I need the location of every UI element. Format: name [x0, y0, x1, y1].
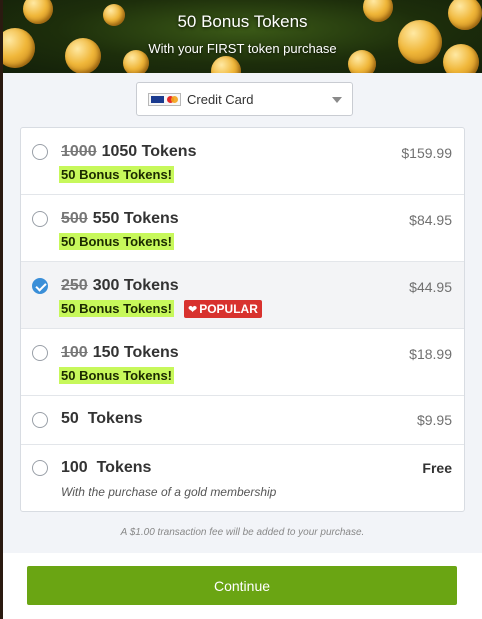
- radio-button[interactable]: [32, 144, 48, 160]
- new-amount: 550: [92, 210, 120, 227]
- option-price: $84.95: [409, 212, 452, 228]
- token-options-list: 1000 1050 Tokens $159.99 50 Bonus Tokens!…: [20, 127, 465, 512]
- old-amount: 1000: [61, 143, 97, 160]
- bonus-banner: 50 Bonus Tokens With your FIRST token pu…: [3, 0, 482, 73]
- token-amount: 50: [61, 410, 79, 427]
- option-price: $44.95: [409, 279, 452, 295]
- old-amount: 500: [61, 210, 88, 227]
- credit-card-icon: [148, 93, 181, 106]
- radio-button[interactable]: [32, 345, 48, 361]
- heart-icon: ❤: [188, 304, 198, 316]
- banner-title: 50 Bonus Tokens: [177, 12, 308, 31]
- old-amount: 250: [61, 277, 88, 294]
- unit-label: Tokens: [141, 143, 197, 160]
- radio-button-checked[interactable]: [32, 278, 48, 294]
- chevron-down-icon: [332, 97, 342, 103]
- bonus-badge: 50 Bonus Tokens!: [59, 367, 175, 384]
- popular-label: POPULAR: [199, 302, 258, 316]
- unit-label: Tokens: [96, 459, 152, 476]
- token-purchase-modal: 50 Bonus Tokens With your FIRST token pu…: [3, 0, 482, 619]
- token-option-1050[interactable]: 1000 1050 Tokens $159.99 50 Bonus Tokens!: [21, 128, 464, 195]
- old-amount: 100: [61, 344, 88, 361]
- unit-label: Tokens: [123, 344, 179, 361]
- token-option-300[interactable]: 250 300 Tokens $44.95 50 Bonus Tokens! ❤ P…: [21, 262, 464, 329]
- option-price: $159.99: [401, 145, 452, 161]
- bonus-badge: 50 Bonus Tokens!: [59, 300, 175, 317]
- new-amount: 1050: [101, 143, 138, 160]
- option-price: Free: [422, 460, 452, 476]
- option-title: 500 550 Tokens: [61, 210, 179, 228]
- banner-subtitle: With your FIRST token purchase: [148, 41, 337, 56]
- option-title: 50 Tokens: [61, 410, 143, 428]
- radio-button[interactable]: [32, 412, 48, 428]
- bonus-badge: 50 Bonus Tokens!: [59, 166, 175, 183]
- radio-button[interactable]: [32, 211, 48, 227]
- option-title: 1000 1050 Tokens: [61, 143, 196, 161]
- token-option-150[interactable]: 100 150 Tokens $18.99 50 Bonus Tokens!: [21, 329, 464, 396]
- option-note: With the purchase of a gold membership: [61, 485, 277, 499]
- new-amount: 300: [92, 277, 120, 294]
- payment-method-label: Credit Card: [187, 92, 254, 107]
- option-title: 100 Tokens: [61, 459, 151, 477]
- bonus-badge: 50 Bonus Tokens!: [59, 233, 175, 250]
- new-amount: 150: [92, 344, 120, 361]
- token-amount: 100: [61, 459, 88, 476]
- continue-button[interactable]: Continue: [27, 566, 457, 605]
- transaction-fee-note: A $1.00 transaction fee will be added to…: [120, 527, 365, 538]
- option-title: 250 300 Tokens: [61, 277, 179, 295]
- token-option-550[interactable]: 500 550 Tokens $84.95 50 Bonus Tokens!: [21, 195, 464, 262]
- unit-label: Tokens: [87, 410, 143, 427]
- popular-badge: ❤ POPULAR: [184, 300, 262, 318]
- option-price: $9.95: [416, 412, 452, 428]
- modal-footer: Continue: [3, 553, 482, 619]
- unit-label: Tokens: [123, 277, 179, 294]
- token-option-50[interactable]: 50 Tokens $9.95: [21, 396, 464, 445]
- payment-method-dropdown[interactable]: Credit Card: [136, 82, 353, 116]
- coin-decoration: [211, 56, 241, 73]
- token-option-100-free[interactable]: 100 Tokens Free With the purchase of a g…: [21, 445, 464, 511]
- unit-label: Tokens: [123, 210, 179, 227]
- option-title: 100 150 Tokens: [61, 344, 179, 362]
- option-price: $18.99: [409, 346, 452, 362]
- radio-button[interactable]: [32, 460, 48, 476]
